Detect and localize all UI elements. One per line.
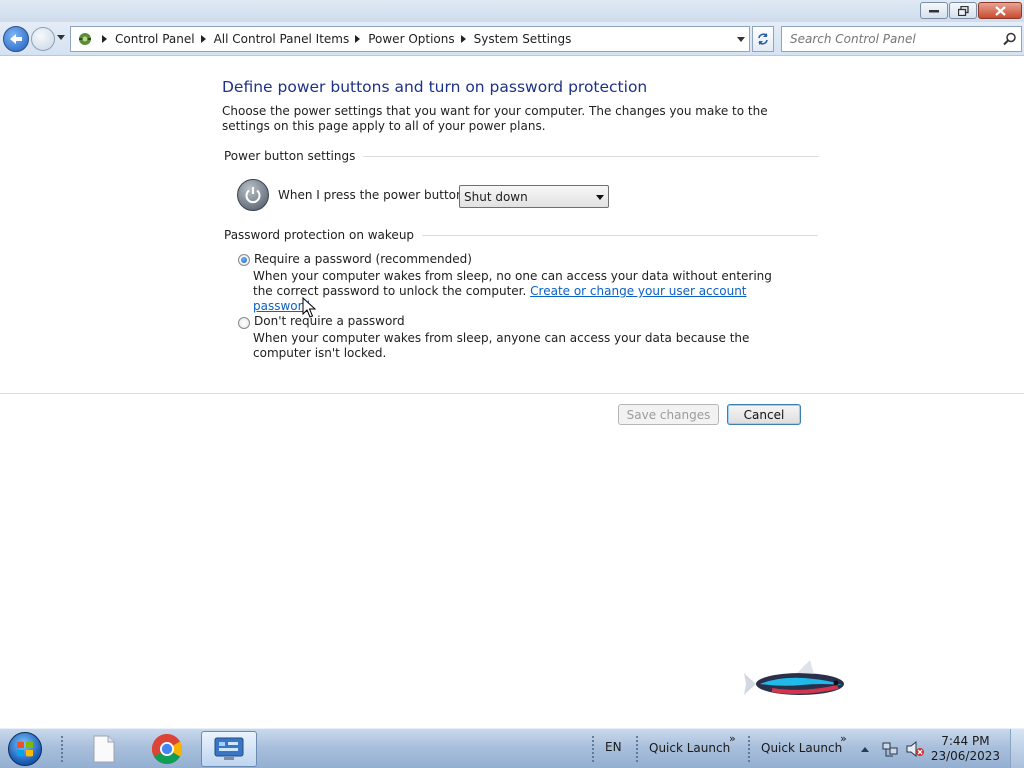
- search-icon[interactable]: [1003, 32, 1017, 46]
- mouse-cursor-icon: [302, 297, 316, 318]
- taskbar-grip[interactable]: [60, 735, 64, 763]
- close-icon: [994, 5, 1006, 16]
- address-bar[interactable]: Control Panel All Control Panel Items Po…: [70, 26, 750, 52]
- start-button[interactable]: [8, 732, 42, 766]
- page-title: Define power buttons and turn on passwor…: [222, 78, 648, 96]
- refresh-icon: [758, 33, 768, 45]
- taskbar-item-notepad[interactable]: [76, 731, 132, 767]
- cancel-button[interactable]: Cancel: [727, 404, 801, 425]
- forward-button[interactable]: [31, 27, 55, 51]
- page-description: Choose the power settings that you want …: [222, 104, 768, 133]
- taskbar-grip[interactable]: [591, 735, 595, 763]
- power-button-action-value: Shut down: [464, 189, 528, 204]
- minimize-button[interactable]: [920, 2, 948, 19]
- close-button[interactable]: [978, 2, 1022, 19]
- dont-require-password-label[interactable]: Don't require a password: [254, 314, 405, 328]
- save-changes-button[interactable]: Save changes: [618, 404, 719, 425]
- taskbar-grip[interactable]: [635, 735, 639, 763]
- restore-button[interactable]: [949, 2, 977, 19]
- require-password-radio[interactable]: [238, 254, 250, 266]
- clock-time: 7:44 PM: [941, 734, 990, 748]
- windows-logo-icon: [17, 741, 33, 757]
- language-indicator[interactable]: EN: [605, 740, 622, 754]
- chevron-right-icon[interactable]: »: [840, 732, 847, 745]
- section-heading-text: Password protection on wakeup: [224, 228, 415, 242]
- breadcrumb-arrow-icon[interactable]: [460, 35, 466, 43]
- control-panel-icon: [74, 29, 96, 49]
- power-button-label: When I press the power button:: [278, 188, 468, 202]
- chevron-right-icon[interactable]: »: [729, 732, 736, 745]
- main-content: Define power buttons and turn on passwor…: [0, 57, 1024, 728]
- breadcrumb-power-options[interactable]: Power Options: [368, 32, 454, 46]
- control-panel-icon: [214, 737, 244, 760]
- taskbar-item-control-panel[interactable]: [201, 731, 257, 767]
- show-desktop-button[interactable]: [1010, 729, 1024, 768]
- power-button-settings-heading: Power button settings: [224, 149, 820, 163]
- breadcrumb-arrow-icon[interactable]: [355, 35, 361, 43]
- document-icon: [93, 735, 115, 763]
- breadcrumb-arrow-icon[interactable]: [200, 35, 206, 43]
- recent-pages-dropdown-icon[interactable]: [57, 35, 65, 40]
- divider: [0, 393, 1024, 394]
- clock-date: 23/06/2023: [930, 749, 1000, 763]
- breadcrumb-control-panel[interactable]: Control Panel: [115, 32, 195, 46]
- quick-launch-toolbar[interactable]: Quick Launch: [649, 741, 730, 755]
- power-button-action-select[interactable]: Shut down: [459, 185, 609, 208]
- chevron-down-icon: [596, 195, 604, 200]
- breadcrumb-arrow-icon[interactable]: [102, 35, 107, 43]
- address-dropdown-icon[interactable]: [737, 37, 745, 42]
- taskbar: EN Quick Launch » Quick Launch » 7:44 PM…: [0, 728, 1024, 768]
- navigation-bar: Control Panel All Control Panel Items Po…: [0, 22, 1024, 56]
- search-box[interactable]: [781, 26, 1022, 52]
- arrow-left-icon: [10, 34, 22, 44]
- restore-icon: [957, 5, 969, 16]
- back-button[interactable]: [3, 26, 29, 52]
- require-password-label[interactable]: Require a password (recommended): [254, 252, 472, 266]
- taskbar-grip[interactable]: [747, 735, 751, 763]
- breadcrumb-system-settings[interactable]: System Settings: [474, 32, 572, 46]
- system-clock[interactable]: 7:44 PM 23/06/2023: [931, 734, 1000, 764]
- breadcrumb-all-items[interactable]: All Control Panel Items: [214, 32, 350, 46]
- refresh-button[interactable]: [752, 26, 774, 52]
- quick-launch-toolbar[interactable]: Quick Launch: [761, 741, 842, 755]
- power-icon: [237, 179, 269, 211]
- volume-muted-icon[interactable]: [905, 740, 925, 758]
- password-protection-heading: Password protection on wakeup: [224, 228, 819, 242]
- dont-require-password-description: When your computer wakes from sleep, any…: [253, 331, 750, 360]
- show-hidden-icons-icon[interactable]: [860, 745, 870, 753]
- section-heading-text: Power button settings: [224, 149, 356, 163]
- search-input[interactable]: [790, 32, 990, 46]
- network-icon[interactable]: [881, 740, 899, 758]
- minimize-icon: [929, 9, 939, 12]
- taskbar-item-chrome[interactable]: [139, 731, 195, 767]
- dont-require-password-radio[interactable]: [238, 317, 250, 329]
- chrome-icon: [151, 734, 183, 765]
- fish-desktop-image: [744, 660, 844, 695]
- window-title-bar: [0, 0, 1024, 22]
- require-password-description: When your computer wakes from sleep, no …: [253, 269, 783, 314]
